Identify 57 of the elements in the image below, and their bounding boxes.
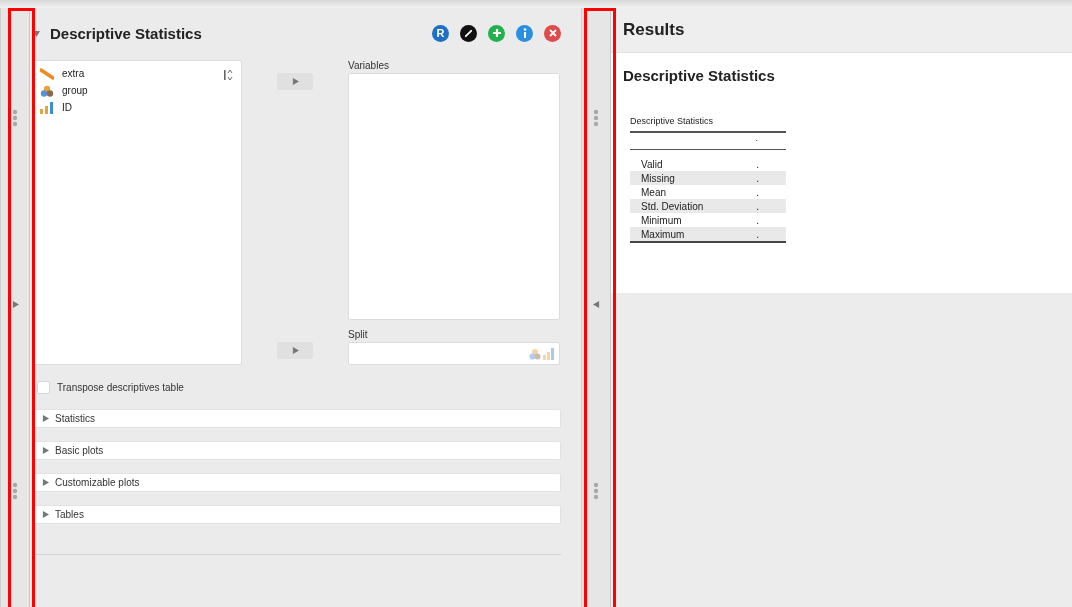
disclosure-arrow-icon: [42, 511, 49, 518]
table-title: Descriptive Statistics: [630, 116, 786, 133]
bar-chart-icon: [40, 101, 54, 114]
allowed-types-icon: [529, 347, 555, 360]
section-header[interactable]: Customizable plots: [33, 473, 561, 492]
table-cell-text: .: [756, 158, 760, 170]
variables-field[interactable]: [348, 73, 560, 320]
disclosure-arrow-icon: [42, 415, 49, 422]
info-button[interactable]: [516, 24, 533, 42]
row-label: Mean: [640, 186, 667, 198]
info-icon: [522, 28, 527, 38]
close-button[interactable]: [544, 24, 561, 42]
column-header: .: [630, 133, 786, 150]
drag-handle-icon[interactable]: [12, 109, 18, 127]
drag-handle-icon[interactable]: [593, 109, 599, 127]
row-label: Std. Deviation: [640, 200, 705, 212]
table-cell-text: .: [756, 228, 760, 240]
variables-label: Variables: [348, 60, 390, 73]
play-icon: [291, 78, 299, 85]
ruler-icon: [40, 67, 54, 80]
split-field[interactable]: [348, 342, 560, 365]
pen-icon: [464, 28, 473, 38]
row-label: Maximum: [640, 228, 686, 240]
sort-icon[interactable]: [223, 69, 233, 81]
row-label: Valid: [640, 158, 664, 170]
variable-item[interactable]: extra: [62, 68, 85, 79]
row-label: Minimum: [640, 214, 683, 226]
section-header[interactable]: Statistics: [33, 409, 561, 428]
table-cell-text: .: [756, 200, 760, 212]
table-cell-text: .: [756, 214, 760, 226]
disclosure-arrow-icon: [42, 479, 49, 486]
transpose-checkbox[interactable]: [37, 381, 50, 394]
play-icon: [291, 347, 299, 354]
table-cell-text: .: [756, 186, 760, 198]
expand-arrow-icon: [11, 301, 19, 308]
edit-button[interactable]: [460, 24, 477, 42]
section-header[interactable]: Tables: [33, 505, 561, 524]
move-right-button[interactable]: [277, 73, 313, 90]
circles-icon: [40, 84, 54, 97]
analysis-title[interactable]: Descriptive Statistics: [50, 24, 421, 42]
move-right-button[interactable]: [277, 342, 313, 359]
add-button[interactable]: [488, 24, 505, 42]
variable-item[interactable]: ID: [62, 102, 72, 113]
close-icon: [548, 29, 557, 37]
disclosure-arrow-icon: [42, 447, 49, 454]
split-label: Split: [348, 329, 369, 342]
section-header[interactable]: Basic plots: [33, 441, 561, 460]
checkbox-label: Transpose descriptives table: [57, 382, 184, 393]
drag-handle-icon[interactable]: [12, 482, 18, 500]
collapse-arrow-icon: [592, 301, 600, 308]
row-label: Missing: [640, 172, 676, 184]
drag-handle-icon[interactable]: [593, 482, 599, 500]
table-cell-text: .: [756, 172, 760, 184]
results-heading: Descriptive Statistics: [623, 67, 776, 84]
plus-icon: [491, 28, 502, 38]
r-syntax-button[interactable]: R: [432, 24, 449, 42]
variable-item[interactable]: group: [62, 85, 88, 96]
